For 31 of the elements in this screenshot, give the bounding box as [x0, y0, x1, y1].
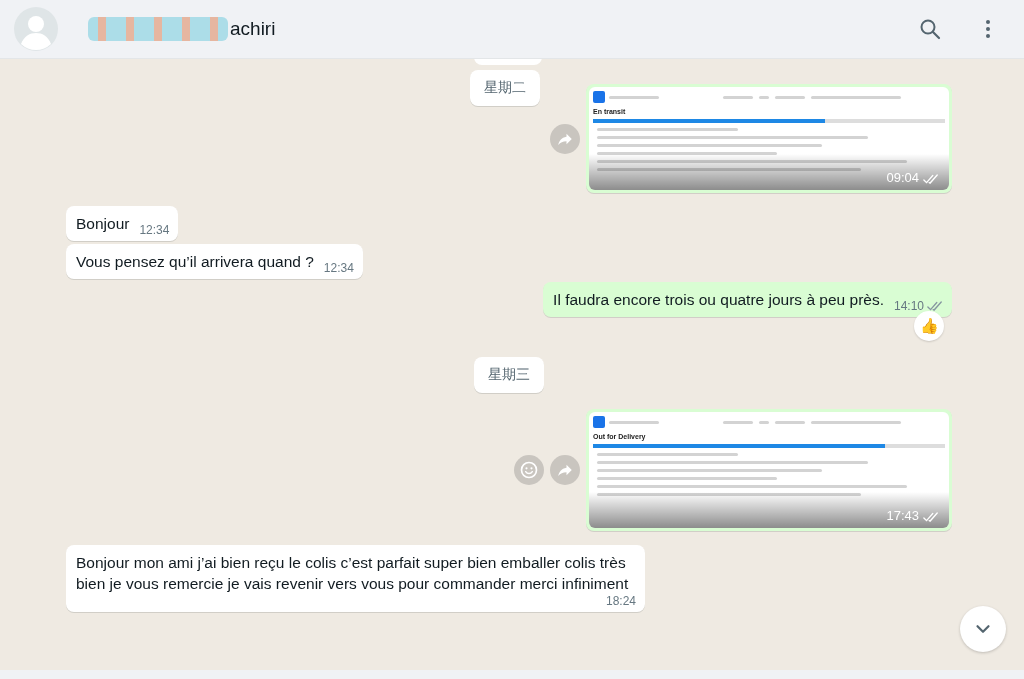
blurred-text — [759, 95, 769, 99]
message-text: Bonjour — [76, 214, 130, 234]
date-chip: 星期二 — [470, 70, 540, 106]
message-time: 14:10 — [893, 299, 924, 313]
message-time: 09:04 — [886, 170, 919, 185]
blurred-text — [609, 420, 659, 424]
message-time: 12:34 — [139, 223, 170, 237]
blurred-text — [723, 95, 753, 99]
package-icon — [593, 91, 605, 103]
date-chip: 星期三 — [474, 357, 544, 393]
double-check-icon — [923, 174, 939, 185]
message-text: Vous pensez qu’il arrivera quand ? — [76, 252, 314, 272]
double-check-icon — [927, 300, 943, 312]
blurred-text — [775, 420, 805, 424]
forward-icon[interactable] — [550, 123, 580, 154]
blurred-text — [609, 95, 659, 99]
contact-name[interactable]: achiri — [230, 18, 276, 40]
message-text: Bonjour mon ami j’ai bien reçu le colis c’est parfait super bien emballer colis très bien je vous remercie je vais revenir vers vous pour commander merci infiniment — [76, 553, 630, 594]
search-icon[interactable] — [918, 17, 942, 41]
blurred-text — [775, 95, 805, 99]
emoji-icon[interactable] — [514, 455, 544, 485]
message-time: 17:43 — [886, 508, 919, 523]
package-icon — [593, 416, 605, 428]
avatar-icon[interactable] — [14, 7, 58, 51]
forward-icon[interactable] — [550, 455, 580, 485]
double-check-icon — [923, 512, 939, 523]
blurred-text — [723, 420, 753, 424]
message-text: Il faudra encore trois ou quatre jours à peu près. — [553, 290, 884, 310]
message-time: 18:24 — [605, 594, 636, 608]
message-time: 12:34 — [323, 261, 354, 275]
blurred-text — [759, 420, 769, 424]
